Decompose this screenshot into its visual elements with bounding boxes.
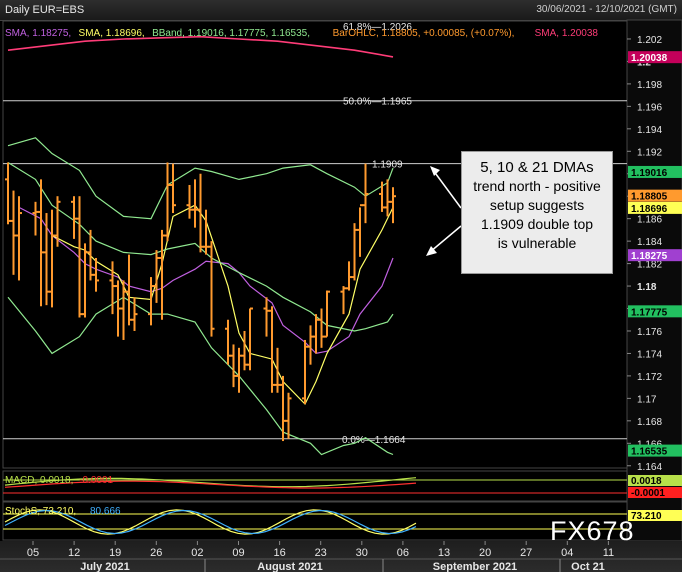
price-tick-label: 1.168 bbox=[637, 417, 662, 428]
price-badge-label: 1.18805 bbox=[631, 192, 668, 203]
callout-line-5: is vulnerable bbox=[497, 235, 577, 251]
macd-legend-item: MACD, 0.0018, bbox=[5, 475, 73, 486]
callout-line-2: trend north - positive bbox=[473, 178, 601, 194]
legend-item: SMA, 1.18696, bbox=[79, 28, 145, 39]
time-tick-label: 19 bbox=[109, 547, 121, 559]
macd-legend-item: -0.0001 bbox=[79, 475, 113, 486]
month-label: August 2021 bbox=[257, 561, 322, 572]
time-tick-label: 27 bbox=[520, 547, 532, 559]
time-tick-label: 12 bbox=[68, 547, 80, 559]
price-tick-label: 1.164 bbox=[637, 462, 662, 473]
time-tick-label: 02 bbox=[191, 547, 203, 559]
stoch-legend-item: 80.666 bbox=[90, 506, 121, 517]
legend-item: SMA, 1.18275, bbox=[5, 28, 71, 39]
price-badge-label: 1.18696 bbox=[631, 204, 668, 215]
price-badge-label: 1.18275 bbox=[631, 251, 668, 262]
month-label: Oct 21 bbox=[571, 561, 605, 572]
time-tick-label: 11 bbox=[603, 547, 614, 559]
brand-watermark: FX678 bbox=[550, 516, 635, 546]
price-tick-label: 1.184 bbox=[637, 237, 662, 248]
stoch-badge-label: 73.210 bbox=[631, 511, 662, 522]
time-tick-label: 13 bbox=[438, 547, 450, 559]
double-top-label: 1.1909 bbox=[372, 160, 403, 171]
time-tick-label: 09 bbox=[232, 547, 244, 559]
fib-50-label: 50.0%—1.1965 bbox=[343, 97, 412, 108]
month-label: July 2021 bbox=[80, 561, 130, 572]
price-tick-label: 1.18 bbox=[637, 282, 657, 293]
time-tick-label: 20 bbox=[479, 547, 491, 559]
legend-item: BBand, 1.19016, 1.17775, 1.16535, bbox=[152, 28, 310, 39]
analysis-callout: 5, 10 & 21 DMAs trend north - positive s… bbox=[461, 151, 613, 274]
price-tick-label: 1.198 bbox=[637, 80, 662, 91]
stoch-legend-item: StochS, 73.210, bbox=[5, 506, 76, 517]
price-tick-label: 1.176 bbox=[637, 327, 662, 338]
time-tick-label: 16 bbox=[273, 547, 285, 559]
time-tick-label: 05 bbox=[27, 547, 39, 559]
time-tick-label: 06 bbox=[397, 547, 409, 559]
price-tick-label: 1.17 bbox=[637, 394, 657, 405]
price-tick-label: 1.174 bbox=[637, 349, 662, 360]
price-tick-label: 1.196 bbox=[637, 102, 662, 113]
macd-signal-badge-label: -0.0001 bbox=[631, 488, 665, 499]
price-chart[interactable]: 1.2021.21.1981.1961.1941.1921.191.1881.1… bbox=[0, 0, 682, 572]
price-badge-label: 1.16535 bbox=[631, 447, 668, 458]
legend-item: SMA, 1.20038 bbox=[535, 28, 599, 39]
callout-line-1: 5, 10 & 21 DMAs bbox=[480, 159, 594, 176]
macd-badge-label: 0.0018 bbox=[631, 476, 662, 487]
price-tick-label: 1.192 bbox=[637, 147, 662, 158]
month-label: September 2021 bbox=[433, 561, 517, 572]
callout-line-3: setup suggests bbox=[489, 197, 585, 213]
time-tick-label: 26 bbox=[150, 547, 162, 559]
price-tick-label: 1.186 bbox=[637, 215, 662, 226]
price-tick-label: 1.194 bbox=[637, 125, 662, 136]
legend-item: BarOHLC, 1.18805, +0.00085, (+0.07%), bbox=[333, 28, 515, 39]
price-tick-label: 1.202 bbox=[637, 35, 662, 46]
price-badge-label: 1.17775 bbox=[631, 307, 668, 318]
price-tick-label: 1.172 bbox=[637, 372, 662, 383]
callout-line-4: 1.1909 double top bbox=[480, 216, 594, 232]
time-tick-label: 04 bbox=[561, 547, 573, 559]
price-badge-label: 1.19016 bbox=[631, 168, 668, 179]
price-badge-label: 1.20038 bbox=[631, 53, 668, 64]
time-tick-label: 23 bbox=[315, 547, 327, 559]
time-tick-label: 30 bbox=[356, 547, 368, 559]
